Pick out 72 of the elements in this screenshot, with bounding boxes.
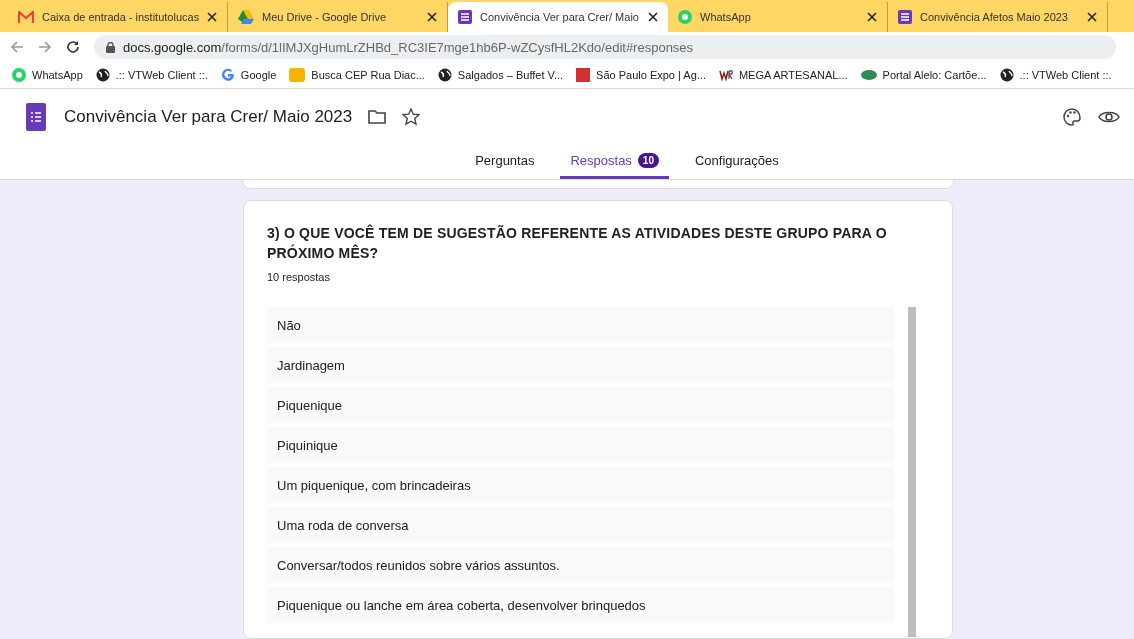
close-icon[interactable] [427,12,437,22]
square-icon [576,68,591,82]
bookmark-label: Google [240,69,277,81]
form-icon [898,10,912,24]
reload-icon[interactable] [66,40,80,54]
close-icon[interactable] [207,12,217,22]
bookmark-label: São Paulo Expo | Ag... [596,69,706,81]
bookmark-label: Portal Alelo: Cartõe... [882,69,987,81]
bookmark-label: WhatsApp [32,69,83,81]
url-text: docs.google.com/forms/d/1lIMJXgHumLrZHBd_RC3IE7mge1hb6P-wZCysfHL2Kdo/edit#responses [123,39,694,55]
lock-icon [106,41,115,53]
bookmark[interactable]: São Paulo Expo | Ag... [576,68,706,82]
logo-icon [718,68,733,82]
tab-title: Convivência Ver para Crer/ Maio [480,11,640,23]
bookmark[interactable]: Google [220,68,277,82]
triangle-icon [238,10,254,24]
tab-title: Meu Drive - Google Drive [262,11,388,23]
oval-icon [860,70,877,80]
form-tab[interactable]: Perguntas [465,145,545,179]
bookmark-label: Busca CEP Rua Diac... [311,69,425,81]
form-title: Convivência Ver para Crer/ Maio 2023 [64,107,353,127]
badge-icon [289,68,306,82]
response-item: Jardinagem [267,347,894,383]
close-icon[interactable] [1087,12,1097,22]
bookmark-label: .:: VTWeb Client ::. [1019,69,1112,81]
response-item: Uma roda de conversa [267,507,894,543]
browser-tab[interactable]: Convivência Ver para Crer/ Maio [448,2,668,32]
tab-label: Respostas [570,153,632,168]
forward-arrow-icon[interactable] [38,40,52,54]
count-badge: 10 [637,153,659,168]
chat-icon [678,10,692,24]
star-icon[interactable] [402,108,421,126]
bookmark-label: Salgados – Buffet V... [457,69,564,81]
question-title: 3) O QUE VOCÊ TEM DE SUGESTÃO REFERENTE AS ATIVIDADES DESTE GRUPO PARA O PRÓXIMO MÊS? [267,223,888,263]
address-bar[interactable]: docs.google.com/forms/d/1lIMJXgHumLrZHBd_RC3IE7mge1hb6P-wZCysfHL2Kdo/edit#responses [94,35,1116,59]
response-count: 10 respostas [267,271,331,283]
response-item: Um piquenique, com brincadeiras [267,467,894,503]
chat-icon [12,68,26,82]
palette-icon[interactable] [1062,107,1082,127]
response-item: Piquenique [267,387,894,423]
response-item: Piquenique ou lanche em área coberta, desenvolver brinquedos [267,587,894,623]
response-item: Não [267,307,894,343]
tab-title: Caixa de entrada - institutolucas [42,11,199,23]
close-icon[interactable] [648,12,658,22]
response-item: Conversar/todos reunidos sobre vários assuntos. [267,547,894,583]
tab-label: Configurações [695,153,779,168]
bookmark[interactable]: Portal Alelo: Cartõe... [860,69,987,81]
back-arrow-icon[interactable] [10,40,24,54]
scrollbar[interactable] [908,307,916,637]
bookmark[interactable]: MEGA ARTESANAL... [718,68,848,82]
bookmark-label: MEGA ARTESANAL... [738,69,848,81]
mail-icon [18,11,34,23]
bookmark[interactable]: Busca CEP Rua Diac... [289,68,425,82]
response-item: Piquinique [267,427,894,463]
bookmark-label: .:: VTWeb Client ::. [115,69,208,81]
globe-icon [95,68,110,82]
form-icon [26,103,46,131]
globe-icon [999,68,1014,82]
form-tab[interactable]: Configurações [685,145,789,179]
bookmark[interactable]: .:: VTWeb Client ::. [999,68,1112,82]
tab-title: Convivência Afetos Maio 2023 [920,11,1069,23]
bookmark[interactable]: WhatsApp [12,68,83,82]
bookmark[interactable]: Salgados – Buffet V... [437,68,564,82]
tab-title: WhatsApp [700,11,752,23]
close-icon[interactable] [867,12,877,22]
eye-icon[interactable] [1098,109,1120,125]
folder-icon[interactable] [368,109,387,125]
form-icon [458,10,472,24]
globe-icon [437,68,452,82]
bookmark[interactable]: .:: VTWeb Client ::. [95,68,208,82]
tab-label: Perguntas [475,153,535,168]
g-logo-icon [220,68,235,82]
